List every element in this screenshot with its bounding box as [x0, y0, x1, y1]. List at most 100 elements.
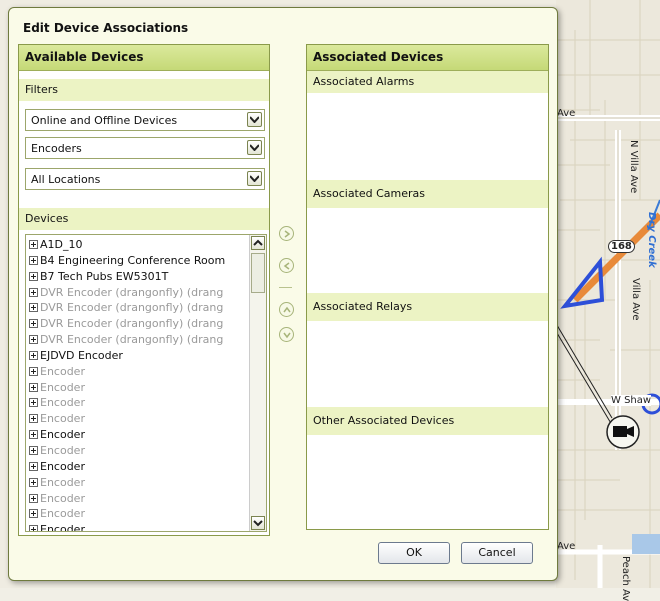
- devices-label: Devices: [19, 208, 269, 230]
- associated-cameras-list[interactable]: [307, 208, 548, 293]
- expand-plus-icon[interactable]: [29, 493, 38, 503]
- expand-plus-icon[interactable]: [29, 477, 38, 487]
- expand-plus-icon[interactable]: [29, 398, 38, 408]
- move-buttons-divider: [279, 287, 292, 288]
- device-list-item[interactable]: DVR Encoder (drangonfly) (drang: [26, 332, 266, 348]
- map-label-villa-ave: Villa Ave: [630, 278, 641, 321]
- move-down-button[interactable]: [279, 327, 294, 342]
- route-168-shield: 168: [608, 240, 635, 253]
- device-label: Encoder: [40, 475, 85, 489]
- expand-plus-icon[interactable]: [29, 303, 38, 313]
- chevron-left-icon: [283, 262, 290, 270]
- remove-association-button[interactable]: [279, 258, 294, 273]
- device-label: Encoder: [40, 396, 85, 410]
- device-list-item[interactable]: Encoder: [26, 491, 266, 507]
- cancel-button[interactable]: Cancel: [461, 542, 533, 564]
- map-label-ave-bottom: Ave: [557, 541, 576, 552]
- filters-label: Filters: [19, 79, 269, 101]
- device-label: B7 Tech Pubs EW5301T: [40, 269, 169, 283]
- device-label: Encoder: [40, 507, 85, 521]
- expand-plus-icon[interactable]: [29, 255, 38, 265]
- expand-plus-icon[interactable]: [29, 509, 38, 519]
- associated-alarms-list[interactable]: [307, 93, 548, 180]
- device-list-scrollbar[interactable]: [249, 235, 266, 531]
- device-list-item[interactable]: Encoder: [26, 427, 266, 443]
- expand-plus-icon[interactable]: [29, 287, 38, 297]
- move-up-button[interactable]: [279, 302, 294, 317]
- associated-cameras-label: Associated Cameras: [307, 180, 548, 208]
- device-list-item[interactable]: Encoder: [26, 522, 266, 532]
- type-filter-select[interactable]: Encoders: [25, 137, 265, 159]
- map-label-ave-top: Ave: [557, 108, 576, 119]
- expand-plus-icon[interactable]: [29, 525, 38, 531]
- device-label: Encoder: [40, 491, 85, 505]
- device-list-item[interactable]: DVR Encoder (drangonfly) (drang: [26, 300, 266, 316]
- expand-plus-icon[interactable]: [29, 382, 38, 392]
- map-label-dry-creek: Dry Creek: [646, 212, 657, 268]
- available-devices-header: Available Devices: [19, 45, 269, 71]
- device-list-item[interactable]: EJDVD Encoder: [26, 348, 266, 364]
- expand-plus-icon[interactable]: [29, 240, 38, 249]
- scroll-up-button[interactable]: [251, 236, 265, 250]
- device-list-item[interactable]: DVR Encoder (drangonfly) (drang: [26, 316, 266, 332]
- expand-plus-icon[interactable]: [29, 319, 38, 329]
- map-label-n-villa-ave: N Villa Ave: [628, 140, 639, 194]
- ok-button[interactable]: OK: [378, 542, 450, 564]
- device-label: Encoder: [40, 428, 85, 442]
- location-filter-value: All Locations: [31, 173, 101, 186]
- expand-plus-icon[interactable]: [29, 414, 38, 424]
- chevron-down-icon[interactable]: [247, 112, 262, 127]
- chevron-down-icon[interactable]: [247, 171, 262, 186]
- associated-devices-header: Associated Devices: [307, 45, 548, 71]
- device-list-item[interactable]: Encoder: [26, 364, 266, 380]
- chevron-up-icon: [283, 306, 291, 313]
- device-label: EJDVD Encoder: [40, 348, 123, 362]
- device-list-item[interactable]: Encoder: [26, 475, 266, 491]
- scroll-thumb[interactable]: [251, 253, 265, 293]
- device-label: B4 Engineering Conference Room: [40, 253, 226, 267]
- device-label: A1D_10: [40, 238, 83, 251]
- device-list-item[interactable]: Encoder: [26, 395, 266, 411]
- device-list-item[interactable]: Encoder: [26, 506, 266, 522]
- device-label: DVR Encoder (drangonfly) (drang: [40, 333, 224, 347]
- other-associated-devices-label: Other Associated Devices: [307, 407, 548, 435]
- associated-relays-list[interactable]: [307, 321, 548, 407]
- expand-plus-icon[interactable]: [29, 350, 38, 360]
- expand-plus-icon[interactable]: [29, 335, 38, 345]
- device-label: DVR Encoder (drangonfly) (drang: [40, 285, 224, 299]
- device-list-item[interactable]: Encoder: [26, 411, 266, 427]
- map-label-peach-ave: Peach Av: [620, 556, 631, 601]
- device-list-item[interactable]: A1D_10: [26, 237, 266, 253]
- device-label: Encoder: [40, 443, 85, 457]
- associated-alarms-label: Associated Alarms: [307, 71, 548, 93]
- associated-relays-label: Associated Relays: [307, 293, 548, 321]
- add-association-button[interactable]: [279, 226, 294, 241]
- expand-plus-icon[interactable]: [29, 461, 38, 471]
- edit-device-associations-dialog: Edit Device Associations Available Devic…: [8, 7, 558, 581]
- device-list-item[interactable]: B4 Engineering Conference Room: [26, 253, 266, 269]
- device-list[interactable]: A1D_10 B4 Engineering Conference Room B7 T…: [25, 234, 267, 532]
- device-list-item[interactable]: B7 Tech Pubs EW5301T: [26, 269, 266, 285]
- device-label: DVR Encoder (drangonfly) (drang: [40, 301, 224, 315]
- status-filter-select[interactable]: Online and Offline Devices: [25, 109, 265, 131]
- expand-plus-icon[interactable]: [29, 445, 38, 455]
- device-label: Encoder: [40, 459, 85, 473]
- device-list-item[interactable]: DVR Encoder (drangonfly) (drang: [26, 285, 266, 301]
- expand-plus-icon[interactable]: [29, 366, 38, 376]
- scroll-down-button[interactable]: [251, 516, 265, 530]
- available-devices-panel: Available Devices Filters Online and Off…: [18, 44, 270, 536]
- chevron-right-icon: [284, 230, 291, 238]
- other-associated-devices-list[interactable]: [307, 435, 548, 525]
- device-list-item[interactable]: Encoder: [26, 380, 266, 396]
- map-label-w-shaw: W Shaw: [611, 395, 652, 406]
- device-list-item[interactable]: Encoder: [26, 459, 266, 475]
- dialog-title: Edit Device Associations: [23, 21, 189, 35]
- chevron-down-icon[interactable]: [247, 140, 262, 155]
- expand-plus-icon[interactable]: [29, 271, 38, 281]
- device-label: DVR Encoder (drangonfly) (drang: [40, 317, 224, 331]
- expand-plus-icon[interactable]: [29, 430, 38, 440]
- device-label: Encoder: [40, 523, 85, 532]
- location-filter-select[interactable]: All Locations: [25, 168, 265, 190]
- device-list-item[interactable]: Encoder: [26, 443, 266, 459]
- device-label: Encoder: [40, 380, 85, 394]
